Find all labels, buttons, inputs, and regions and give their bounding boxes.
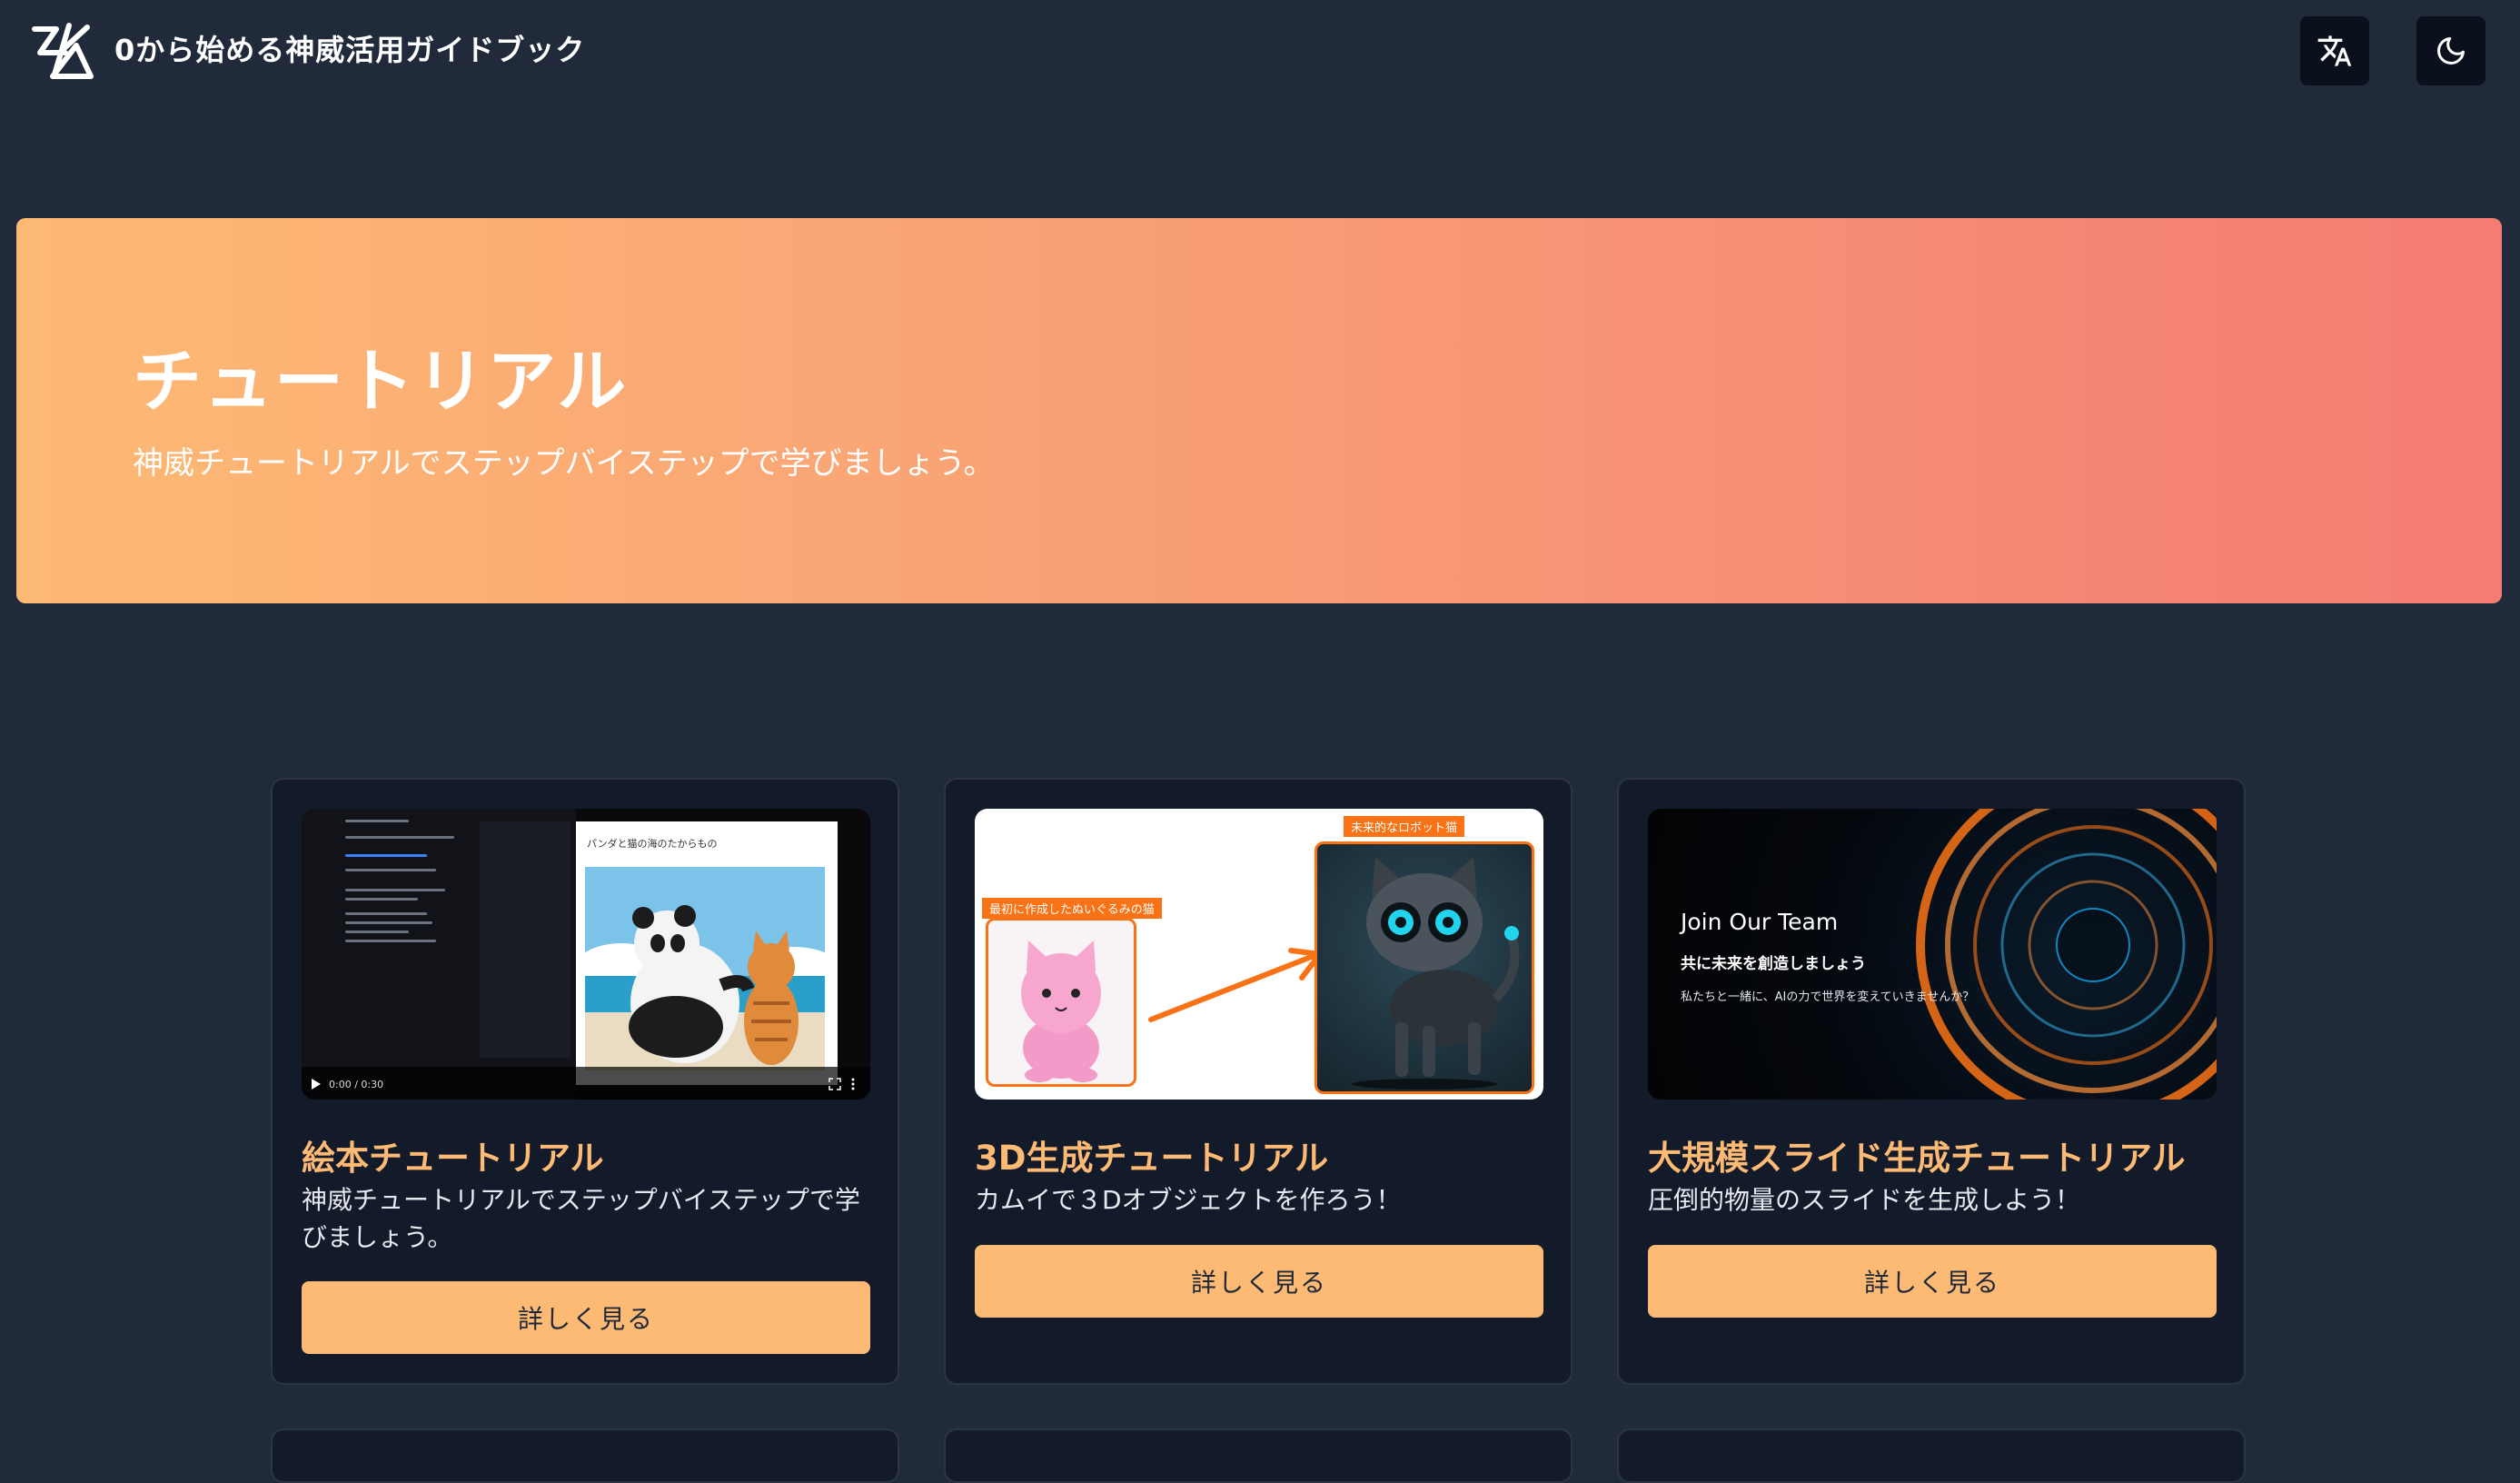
- before-label: 最初に作成したぬいぐるみの猫: [982, 898, 1162, 919]
- card-title[interactable]: 大規模スライド生成チュートリアル: [1648, 1130, 2186, 1179]
- card-title[interactable]: 絵本チュートリアル: [302, 1130, 604, 1179]
- slide-heading: Join Our Team: [1681, 909, 1839, 935]
- details-button[interactable]: 詳しく見る: [1648, 1245, 2217, 1318]
- card-description: 神威チュートリアルでステップバイステップで学びましょう。: [302, 1185, 860, 1252]
- tutorial-card-large-slides[interactable]: Join Our Team 共に未来を創造しましょう 私たちと一緒に、AIの力で…: [1617, 778, 2246, 1385]
- hero-title: チュートリアル: [133, 341, 629, 422]
- card-title[interactable]: 3D生成チュートリアル: [975, 1130, 1328, 1179]
- tutorial-card-partial[interactable]: [944, 1428, 1573, 1483]
- details-button[interactable]: 詳しく見る: [975, 1245, 1543, 1318]
- site-logo-icon[interactable]: [29, 20, 96, 82]
- portal-rings-graphic: [1916, 809, 2217, 1100]
- site-title[interactable]: 0から始める神威活用ガイドブック: [114, 27, 585, 69]
- video-controls[interactable]: 0:00 / 0:30: [302, 1067, 870, 1100]
- tutorial-card-partial[interactable]: [271, 1428, 899, 1483]
- card-thumbnail-image: 最初に作成したぬいぐるみの猫 未来的なロボット猫: [975, 809, 1543, 1100]
- transform-arrow-icon: [1148, 948, 1323, 1022]
- card-description: カムイで３Dオブジェクトを作ろう！: [975, 1185, 1402, 1215]
- card-thumbnail-video[interactable]: パンダと猫の海のたからもの 0:00 / 0:30: [302, 809, 870, 1100]
- tutorial-card-3d-generation[interactable]: 最初に作成したぬいぐるみの猫 未来的なロボット猫 3D生成チュートリアル カムイ…: [944, 778, 1573, 1385]
- file-tree-panel: [480, 821, 570, 1058]
- theme-toggle-button[interactable]: [2416, 16, 2485, 85]
- story-page-title: パンダと猫の海のたからもの: [587, 838, 718, 850]
- tutorial-card-picture-book[interactable]: パンダと猫の海のたからもの 0:00 / 0:30 絵本チュートリアル 神威チュ…: [271, 778, 899, 1385]
- panda-cat-illustration: [585, 867, 825, 1070]
- after-label: 未来的なロボット猫: [1344, 816, 1465, 837]
- video-time: 0:00 / 0:30: [329, 1079, 384, 1090]
- card-description: 圧倒的物量のスライドを生成しよう！: [1648, 1185, 2081, 1215]
- site-header: 0から始める神威活用ガイドブック: [0, 0, 2520, 100]
- fullscreen-icon[interactable]: [828, 1078, 841, 1090]
- more-options-icon[interactable]: [850, 1078, 856, 1090]
- story-page: パンダと猫の海のたからもの: [576, 821, 838, 1085]
- slide-subheading: 共に未来を創造しましょう: [1681, 955, 1866, 973]
- tutorial-card-partial[interactable]: [1617, 1428, 2246, 1483]
- card-thumbnail-slide: Join Our Team 共に未来を創造しましょう 私たちと一緒に、AIの力で…: [1648, 809, 2217, 1100]
- robot-cat-image: [1315, 841, 1534, 1094]
- translate-button[interactable]: [2300, 16, 2369, 85]
- plush-cat-image: [986, 918, 1136, 1087]
- translate-icon: [2317, 35, 2352, 66]
- moon-icon: [2437, 37, 2465, 65]
- slide-body: 私たちと一緒に、AIの力で世界を変えていきませんか？: [1681, 990, 1975, 1004]
- play-icon[interactable]: [311, 1078, 322, 1090]
- hero-subtitle: 神威チュートリアルでステップバイステップで学びましょう。: [133, 445, 995, 482]
- hero-banner: チュートリアル 神威チュートリアルでステップバイステップで学びましょう。: [16, 218, 2502, 603]
- details-button[interactable]: 詳しく見る: [302, 1281, 870, 1354]
